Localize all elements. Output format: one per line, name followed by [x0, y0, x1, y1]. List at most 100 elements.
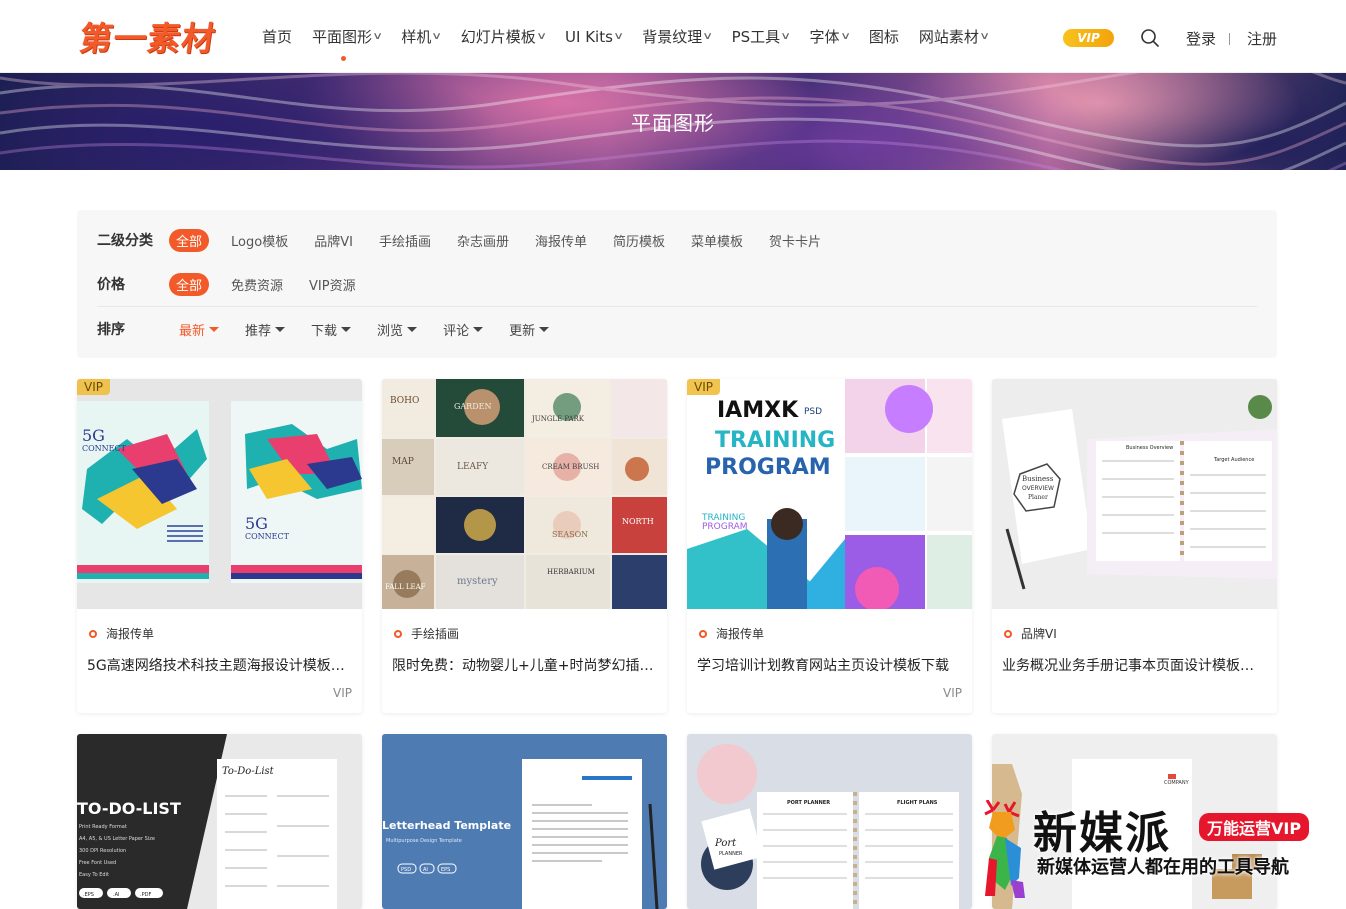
nav-item[interactable]: UI Kits ∨: [565, 0, 624, 73]
art-text: .AI: [113, 892, 119, 898]
caret-down-icon: [407, 326, 418, 332]
nav-item[interactable]: 图标: [869, 0, 899, 73]
filter-option[interactable]: 全部: [169, 272, 210, 296]
nav-item[interactable]: 样机 ∨: [401, 0, 443, 73]
filter-option[interactable]: 全部: [169, 228, 210, 252]
nav-item-label: 幻灯片模板: [460, 28, 536, 46]
resource-card[interactable]: BOHO GARDEN JUNGLE PARK MAP LEAFY CREAM …: [382, 379, 667, 713]
option-label: 下载: [311, 323, 338, 339]
sort-option[interactable]: 下载: [311, 320, 352, 339]
nav-item[interactable]: 平面图形 ∨: [312, 0, 383, 73]
filter-option[interactable]: 贺卡卡片: [769, 231, 821, 250]
card-thumbnail[interactable]: Letterhead Template Multipurpose Design …: [382, 734, 667, 909]
option-label: Logo模板: [231, 234, 289, 250]
resource-card[interactable]: VIP IAMXK PSD TRAINING PROGRAM TRAINING …: [687, 379, 972, 713]
nav-item-label: UI Kits: [565, 27, 613, 46]
nav-item[interactable]: 背景纹理 ∨: [642, 0, 713, 73]
art-text: Free Font Used: [79, 860, 116, 866]
art-text: TO-DO-LIST: [77, 799, 181, 818]
filter-option[interactable]: 杂志画册: [457, 231, 509, 250]
art-text: NORTH: [622, 517, 654, 526]
resource-card[interactable]: Business OVERVIEW Planer Business Overvi…: [992, 379, 1277, 713]
filter-divider: [97, 306, 1257, 307]
art-text: 5G: [82, 426, 105, 445]
art-text: Business: [1022, 475, 1054, 483]
card-title[interactable]: 业务概况业务手册记事本页面设计模板下载: [1002, 655, 1267, 675]
resource-card[interactable]: TO-DO-LIST To-Do-List Print Ready Format…: [77, 734, 362, 909]
nav-item[interactable]: 字体 ∨: [810, 0, 851, 73]
filter-option[interactable]: VIP资源: [309, 275, 356, 294]
filter-option[interactable]: Logo模板: [231, 231, 288, 250]
nav-item[interactable]: PS工具 ∨: [731, 0, 792, 73]
login-link[interactable]: 登录: [1186, 28, 1216, 49]
nav-item-label: PS工具: [731, 28, 781, 46]
art-text: LEAFY: [457, 462, 489, 472]
card-thumbnail[interactable]: TO-DO-LIST To-Do-List Print Ready Format…: [77, 734, 362, 909]
chevron-down-icon: ∨: [535, 31, 547, 42]
register-link[interactable]: 注册: [1247, 28, 1277, 49]
card-thumbnail[interactable]: BOHO GARDEN JUNGLE PARK MAP LEAFY CREAM …: [382, 379, 667, 609]
card-thumbnail[interactable]: VIP 5G CONNECT 5G CONNECT: [77, 379, 362, 609]
search-icon[interactable]: [1141, 29, 1159, 47]
category-dot-icon: [89, 629, 97, 638]
art-text: To-Do-List: [222, 766, 275, 777]
category-label: 海报传单: [716, 627, 765, 641]
option-label: 浏览: [377, 323, 404, 339]
card-title[interactable]: 5G高速网络技术科技主题海报设计模板下载: [87, 655, 352, 675]
sort-option[interactable]: 评论: [443, 320, 484, 339]
art-text: PROGRAM: [702, 522, 748, 532]
card-thumbnail[interactable]: VIP IAMXK PSD TRAINING PROGRAM TRAINING …: [687, 379, 972, 609]
card-vip-label: VIP: [943, 686, 962, 700]
nav-item-label: 首页: [262, 28, 293, 46]
vip-tag: VIP: [687, 379, 720, 395]
card-thumbnail[interactable]: Port PLANNER PORT PLANNER FLIGHT PLANS: [687, 734, 972, 909]
sort-option[interactable]: 更新: [509, 320, 550, 339]
filter-option[interactable]: 海报传单: [535, 231, 587, 250]
resource-card[interactable]: Letterhead Template Multipurpose Design …: [382, 734, 667, 909]
resource-card[interactable]: VIP 5G CONNECT 5G CONNECT 海报传单 5G高速网络技术科…: [77, 379, 362, 713]
category-label: 品牌VI: [1021, 627, 1057, 641]
card-title[interactable]: 学习培训计划教育网站主页设计模板下载: [697, 655, 962, 675]
art-text: 300 DPI Resolution: [79, 848, 126, 854]
filter-option[interactable]: 品牌VI: [314, 231, 353, 250]
card-category[interactable]: 海报传单: [89, 625, 154, 642]
art-text: PORT PLANNER: [787, 800, 830, 806]
card-category[interactable]: 手绘插画: [394, 625, 459, 642]
vip-tag: VIP: [77, 379, 110, 395]
site-logo[interactable]: 第一素材: [77, 14, 218, 58]
category-label: 海报传单: [106, 627, 155, 641]
option-label: 海报传单: [534, 234, 587, 250]
nav-item[interactable]: 幻灯片模板 ∨: [460, 0, 547, 73]
art-text: BOHO: [390, 396, 419, 406]
filter-option[interactable]: 手绘插画: [379, 231, 431, 250]
vip-button[interactable]: VIP: [1063, 29, 1114, 47]
nav-item[interactable]: 首页: [262, 0, 292, 73]
card-thumbnail[interactable]: Business OVERVIEW Planer Business Overvi…: [992, 379, 1277, 609]
card-category[interactable]: 品牌VI: [1004, 625, 1057, 642]
caret-down-icon: [473, 326, 484, 332]
art-text: CONNECT: [245, 532, 290, 541]
thumbnail-art: Letterhead Template Multipurpose Design …: [382, 759, 659, 909]
chevron-down-icon: ∨: [431, 31, 443, 42]
art-text: .EPS: [83, 892, 94, 898]
filter-option[interactable]: 菜单模板: [691, 231, 743, 250]
art-text: Easy To Edit: [79, 872, 109, 878]
resource-card[interactable]: Port PLANNER PORT PLANNER FLIGHT PLANS: [687, 734, 972, 909]
art-text: FALL LEAF: [385, 583, 426, 591]
card-title[interactable]: 限时免费：动物婴儿+儿童+时尚梦幻插画素材: [392, 655, 657, 675]
nav-item[interactable]: 网站素材 ∨: [918, 0, 990, 73]
thumbnail-art: TO-DO-LIST To-Do-List Print Ready Format…: [77, 734, 337, 909]
category-dot-icon: [699, 629, 707, 638]
filter-label: 二级分类: [97, 233, 153, 249]
sort-option[interactable]: 最新: [179, 320, 220, 339]
filter-option[interactable]: 简历模板: [613, 231, 665, 250]
filter-option[interactable]: 免费资源: [231, 275, 283, 294]
caret-down-icon: [341, 326, 352, 332]
option-label: 全部: [176, 278, 203, 294]
option-label: 杂志画册: [456, 234, 509, 250]
card-category[interactable]: 海报传单: [699, 625, 764, 642]
option-label: 品牌VI: [314, 234, 353, 250]
sort-option[interactable]: 推荐: [245, 320, 286, 339]
nav-item-label: 网站素材: [918, 28, 979, 46]
sort-option[interactable]: 浏览: [377, 320, 418, 339]
